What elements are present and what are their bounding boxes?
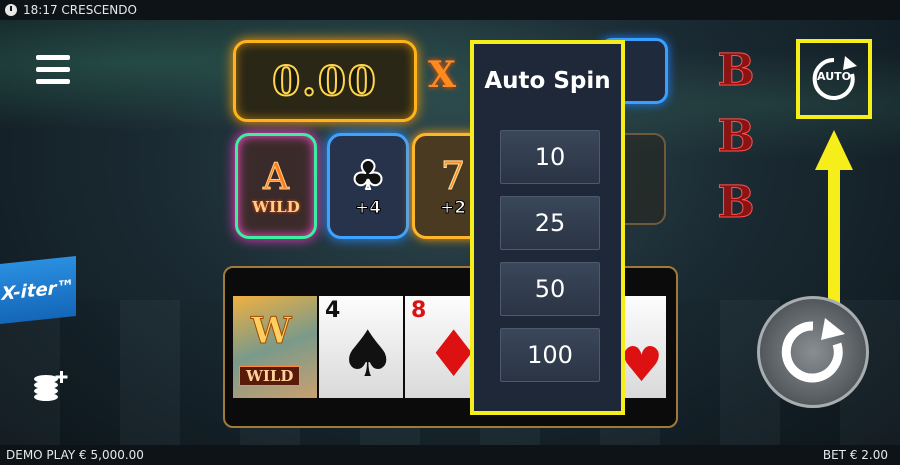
auto-spin-button[interactable]: AUTO bbox=[796, 39, 872, 119]
multiplier-value: 0.00 bbox=[271, 57, 378, 106]
multiplier-display: 0.00 bbox=[233, 40, 417, 122]
club-icon: ♣ bbox=[349, 153, 387, 199]
auto-spin-option-50[interactable]: 50 bbox=[500, 262, 600, 316]
auto-spin-option-25[interactable]: 25 bbox=[500, 196, 600, 250]
time-title: 18:17 CRESCENDO bbox=[23, 3, 137, 17]
auto-spin-option-10[interactable]: 10 bbox=[500, 130, 600, 184]
multiplier-x-symbol: X bbox=[428, 54, 456, 96]
xiter-button[interactable]: X-iter™ bbox=[0, 256, 76, 324]
spin-icon bbox=[781, 318, 845, 383]
bonus-symbol-b: B bbox=[717, 111, 755, 163]
auto-refresh-icon: AUTO bbox=[807, 52, 861, 106]
auto-spin-panel: Auto Spin 10 25 50 100 bbox=[470, 40, 625, 415]
highlight-arrow-line bbox=[828, 170, 840, 305]
spade-icon: ♠ bbox=[339, 318, 397, 392]
bonus-symbol-column: B B B bbox=[716, 38, 756, 236]
reel-card-eight-diamonds: 8 ♦ bbox=[405, 296, 482, 398]
hamburger-menu-button[interactable] bbox=[36, 55, 70, 89]
bonus-symbol-b: B bbox=[717, 177, 755, 229]
footer-bar: DEMO PLAY € 5,000.00 BET € 2.00 bbox=[0, 445, 900, 465]
demo-play-balance: DEMO PLAY € 5,000.00 bbox=[6, 448, 144, 462]
symbol-tile-ace-wild: A WILD bbox=[235, 133, 317, 239]
auto-spin-option-100[interactable]: 100 bbox=[500, 328, 600, 382]
reel-card-hearts: ♥ bbox=[620, 296, 666, 398]
heart-icon: ♥ bbox=[620, 337, 664, 393]
highlight-arrow-head bbox=[815, 130, 853, 170]
clock-icon bbox=[5, 4, 17, 16]
bet-amount: BET € 2.00 bbox=[822, 448, 888, 462]
reel-card-four-spades: 4 ♠ bbox=[319, 296, 403, 398]
reel-card-wild: W WILD bbox=[233, 296, 317, 398]
spin-button[interactable] bbox=[757, 296, 869, 408]
status-bar: 18:17 CRESCENDO bbox=[0, 0, 900, 20]
bonus-symbol-b: B bbox=[717, 45, 755, 97]
auto-spin-title: Auto Spin bbox=[484, 68, 611, 94]
symbol-tile-club: ♣ +4 bbox=[327, 133, 409, 239]
buy-coins-icon[interactable] bbox=[32, 367, 72, 407]
